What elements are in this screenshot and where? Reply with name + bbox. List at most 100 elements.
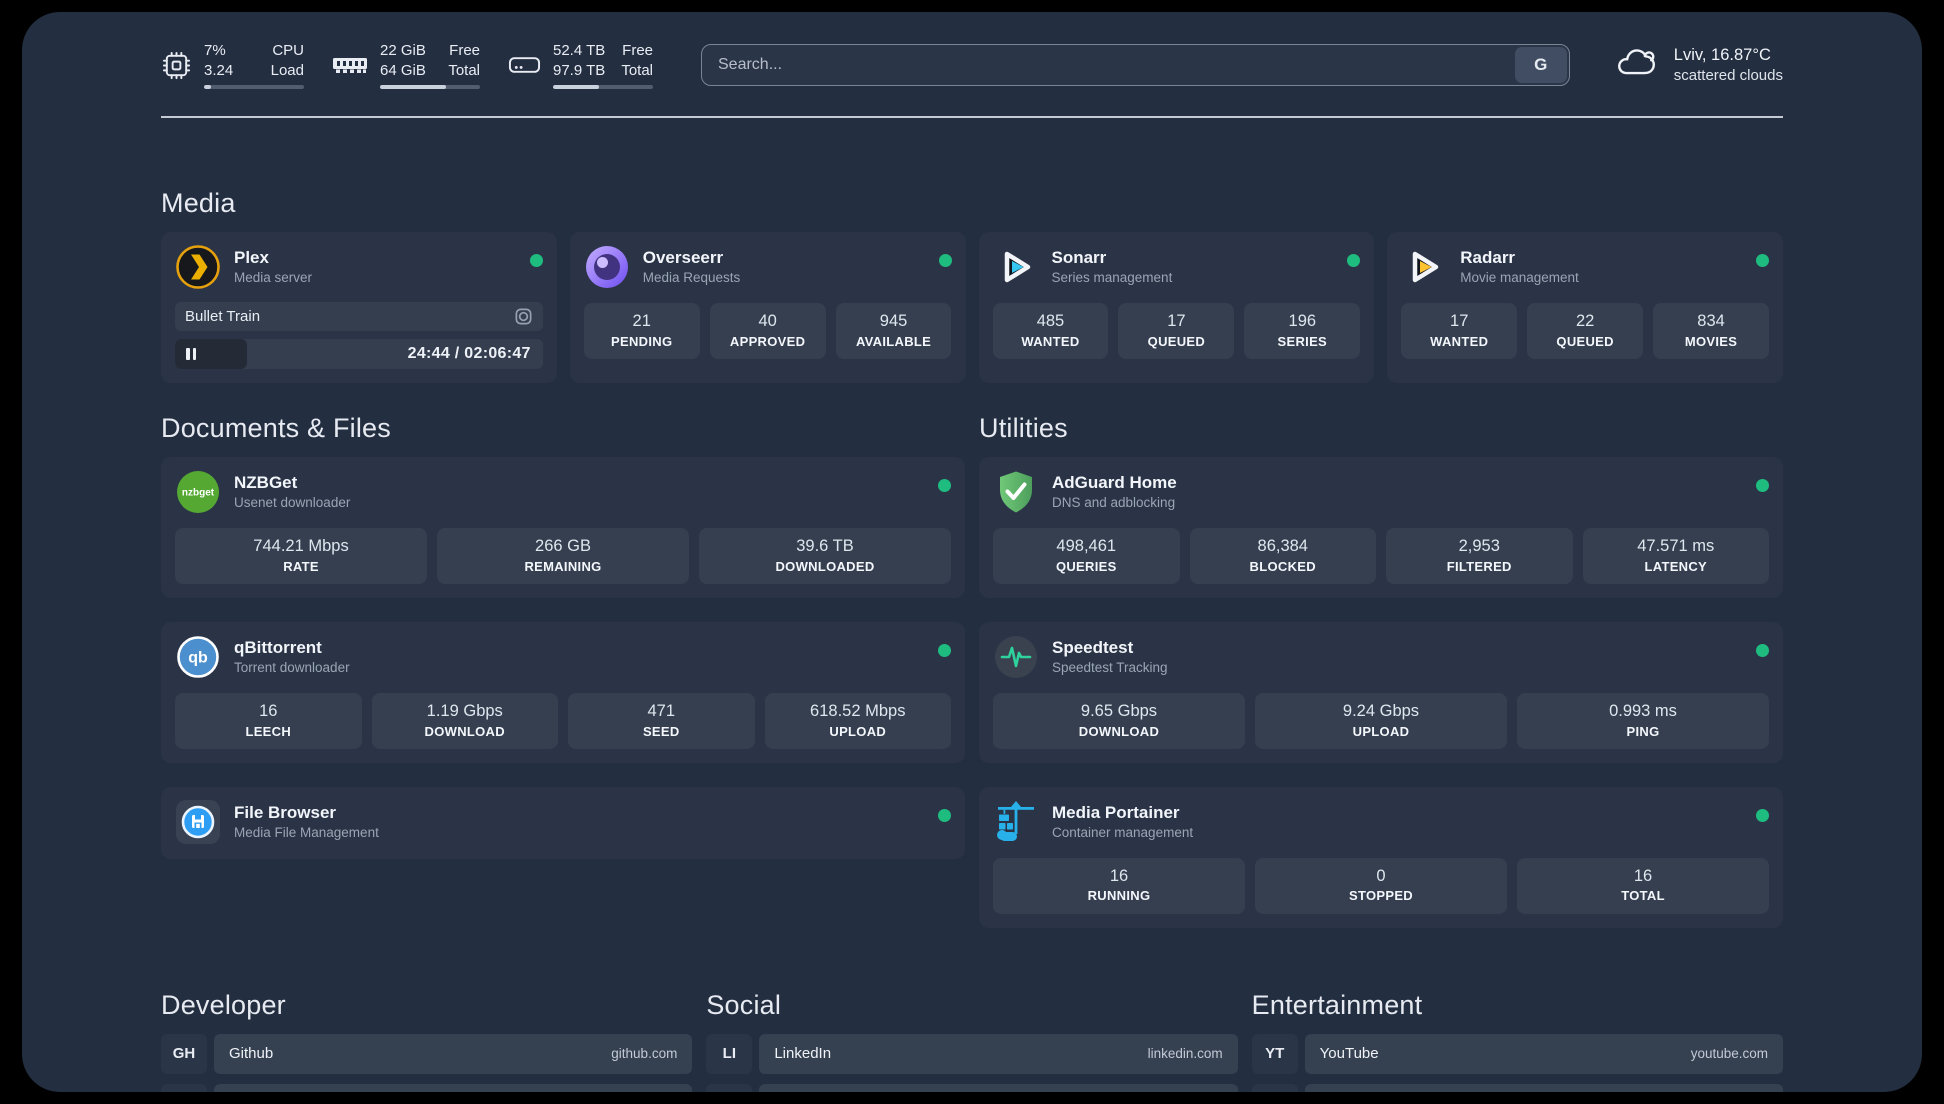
stat-box-ping: 0.993 ms PING — [1517, 692, 1769, 749]
stat-value: 196 — [1288, 312, 1317, 330]
resource-progress-bar — [204, 85, 304, 89]
service-header: AdGuard Home DNS and adblocking — [993, 469, 1769, 515]
service-card-nzbget[interactable]: nzbget NZBGet Usenet downloader 744.21 Mbps… — [161, 457, 965, 598]
bookmark-group-developer: Developer GH Github github.com SO StackOverfl… — [161, 990, 693, 1092]
stat-box-seed: 471 SEED — [568, 692, 755, 749]
bookmark-name: YouTube — [1319, 1045, 1379, 1063]
radarr-icon — [1401, 244, 1447, 290]
bookmark-linkedin[interactable]: LI LinkedIn linkedin.com — [706, 1033, 1238, 1074]
service-card-speedtest[interactable]: Speedtest Speedtest Tracking 9.65 Gbps DOWN… — [979, 621, 1783, 763]
resource-labels: Free Total — [621, 41, 653, 80]
stat-value: 266 GB — [535, 537, 591, 555]
stat-label: QUEUED — [1147, 333, 1206, 349]
service-text: File Browser Media File Management — [234, 802, 379, 842]
service-text: Speedtest Speedtest Tracking — [1052, 637, 1168, 677]
service-card-plex[interactable]: Plex Media server Bullet Train 24:44 / 02:0… — [161, 232, 557, 383]
resource-rows: 22 GiB 64 GiB Free Total — [380, 41, 480, 80]
pause-icon[interactable] — [192, 348, 196, 360]
now-playing-row: Bullet Train — [175, 302, 543, 331]
topbar-divider — [161, 116, 1783, 118]
search-input[interactable] — [702, 56, 1515, 74]
service-text: Radarr Movie management — [1460, 247, 1579, 287]
stat-box-download: 9.65 Gbps DOWNLOAD — [993, 692, 1245, 749]
resource-rows: 7% 3.24 CPU Load — [204, 41, 304, 80]
section-documents: Documents & Files nzbget NZBGet Usenet dow… — [161, 413, 965, 928]
stat-value: 22 — [1575, 312, 1595, 330]
stat-value: 39.6 TB — [796, 537, 854, 555]
playback-time: 24:44 / 02:06:47 — [407, 345, 531, 362]
playback-progress-bar[interactable]: 24:44 / 02:06:47 — [175, 339, 543, 369]
overseerr-icon — [584, 244, 630, 290]
svg-text:nzbget: nzbget — [182, 488, 215, 499]
service-header: nzbget NZBGet Usenet downloader — [175, 469, 951, 515]
resource-label: Total — [448, 61, 480, 79]
resource-label: Load — [270, 61, 304, 79]
stat-box-wanted: 17 WANTED — [1401, 303, 1518, 359]
stat-box-downloaded: 39.6 TB DOWNLOADED — [699, 528, 951, 584]
memory-icon — [332, 53, 368, 77]
service-name: Speedtest — [1052, 638, 1134, 658]
bookmark-pill: YouTube youtube.com — [1304, 1033, 1783, 1074]
service-description: Media Requests — [642, 270, 741, 286]
service-card-sonarr[interactable]: Sonarr Series management 485 WANTED 17 QUEUED… — [978, 232, 1375, 383]
resource-label: Free — [622, 42, 653, 59]
bookmark-abbr: SO — [161, 1084, 207, 1092]
resource-labels: CPU Load — [271, 41, 304, 80]
resource-widget-disk: 52.4 TB 97.9 TB Free Total — [508, 41, 653, 89]
resource-label: Total — [621, 61, 653, 79]
service-card-overseerr[interactable]: Overseerr Media Requests 21 PENDING 40 APPROV… — [569, 232, 966, 383]
stat-label: DOWNLOAD — [1078, 723, 1160, 739]
service-description: Usenet downloader — [234, 495, 351, 511]
section-title-documents: Documents & Files — [161, 413, 391, 443]
stat-box-movies: 834 MOVIES — [1653, 303, 1769, 359]
service-name: Plex — [234, 248, 269, 268]
stat-label: WANTED — [1021, 333, 1080, 349]
service-card-radarr[interactable]: Radarr Movie management 17 WANTED 22 QUEUED 83… — [1387, 232, 1783, 383]
documents-cards: nzbget NZBGet Usenet downloader 744.21 Mbps… — [161, 457, 965, 859]
stat-label: APPROVED — [729, 333, 806, 349]
bookmark-list: GH Github github.com SO StackOverflowstackov… — [161, 1033, 693, 1092]
stat-label: PENDING — [611, 333, 673, 349]
service-card-media-portainer[interactable]: Media Portainer Container management 16 RUN… — [979, 786, 1783, 928]
qbittorrent-icon: qb — [175, 634, 221, 680]
bookmark-github[interactable]: GH Github github.com — [161, 1033, 693, 1074]
stat-value: 834 — [1697, 312, 1725, 330]
service-card-file-browser[interactable]: File Browser Media File Management — [161, 786, 965, 859]
section-title-media: Media — [161, 188, 236, 218]
stat-label: RATE — [283, 558, 319, 574]
stat-label: REMAINING — [524, 558, 602, 574]
status-dot — [938, 479, 951, 492]
weather-widget[interactable]: Lviv, 16.87°C scattered clouds — [1614, 44, 1783, 87]
status-dot — [529, 254, 543, 267]
stat-value: 471 — [647, 701, 676, 720]
service-card-qbittorrent[interactable]: qb qBittorrent Torrent downloader 16 LEECH 1.… — [161, 621, 965, 763]
stat-value: 86,384 — [1257, 537, 1308, 555]
search-bar[interactable]: G — [701, 44, 1570, 86]
bookmark-youtube[interactable]: YT YouTube youtube.com — [1252, 1033, 1783, 1074]
stat-value: 0 — [1376, 866, 1386, 885]
search-provider-button[interactable]: G — [1514, 47, 1567, 83]
pause-icon[interactable] — [186, 348, 190, 360]
stat-label: UPLOAD — [829, 723, 887, 739]
service-card-adguard-home[interactable]: AdGuard Home DNS and adblocking 498,461 QUE… — [979, 457, 1783, 598]
bookmark-twitter[interactable]: TW Twittertwitter.com — [706, 1083, 1238, 1092]
media-cards: Plex Media server Bullet Train 24:44 / 02:0… — [161, 232, 1783, 383]
resource-progress-bar — [380, 85, 480, 89]
bookmark-stackoverflow[interactable]: SO StackOverflowstackoverflow.com — [161, 1083, 693, 1092]
stat-box-available: 945 AVAILABLE — [835, 303, 952, 359]
bookmark-netflix[interactable]: NF Netflixnetflix.com — [1252, 1083, 1783, 1092]
status-dot — [1347, 254, 1361, 267]
stat-box-wanted: 485 WANTED — [992, 303, 1109, 359]
stat-value: 744.21 Mbps — [253, 537, 349, 555]
window-frame: 7% 3.24 CPU Load 22 GiB 64 GiB Free Total 52.4 T… — [0, 0, 1944, 1104]
service-description: DNS and adblocking — [1052, 495, 1176, 511]
stat-value: 47.571 ms — [1637, 537, 1715, 555]
topbar: 7% 3.24 CPU Load 22 GiB 64 GiB Free Total 52.4 T… — [161, 38, 1783, 92]
service-description: Movie management — [1460, 270, 1579, 286]
resource-label: CPU — [272, 42, 304, 59]
bookmark-pill: StackOverflowstackoverflow.com — [214, 1083, 693, 1092]
bookmark-pill: LinkedIn linkedin.com — [759, 1033, 1238, 1074]
bookmark-url: youtube.com — [1690, 1046, 1768, 1062]
playback-progress-fill — [175, 339, 247, 369]
stat-box-queries: 498,461 QUERIES — [993, 528, 1180, 584]
